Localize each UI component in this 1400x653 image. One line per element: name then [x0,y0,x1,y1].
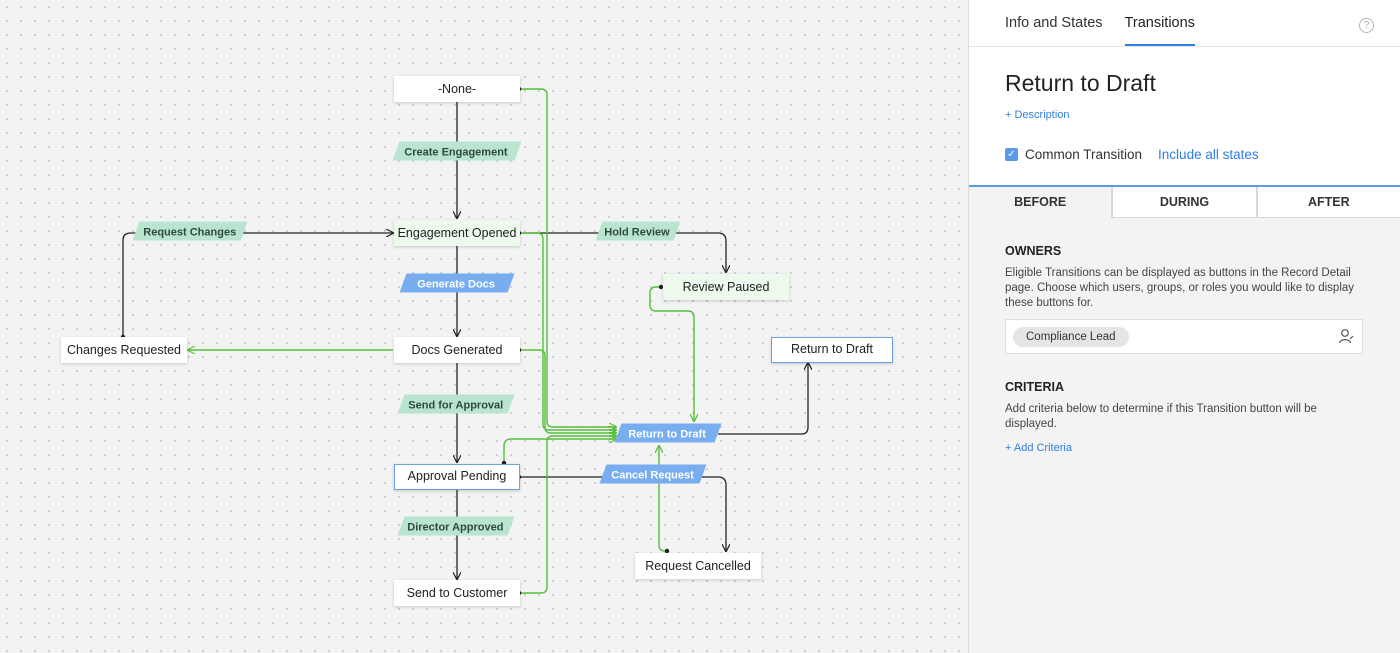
state-approval-pending[interactable]: Approval Pending [394,464,520,490]
transition-send-for-approval[interactable]: Send for Approval [397,394,515,414]
owners-field[interactable]: Compliance Lead [1005,319,1363,354]
transition-label: Send for Approval [407,399,503,412]
criteria-description: Add criteria below to determine if this … [1005,403,1317,430]
transition-label: Request Changes [142,226,236,239]
help-icon[interactable]: ? [1359,18,1374,33]
transition-label: Return to Draft [628,428,707,441]
add-criteria-link[interactable]: + Add Criteria [1005,442,1072,454]
panel-header: Info and States Transitions ? Return to … [969,0,1400,187]
transition-director-approved[interactable]: Director Approved [397,516,515,536]
state-return-to-draft[interactable]: Return to Draft [771,337,893,363]
edge-changes-to-engagement [122,233,393,337]
tab-info-and-states[interactable]: Info and States [1005,0,1103,46]
state-send-to-customer[interactable]: Send to Customer [394,580,520,606]
state-none[interactable]: -None- [394,76,520,102]
transition-title: Return to Draft [1005,70,1156,96]
common-transition-label: Common Transition [1025,147,1143,162]
transition-create-engagement[interactable]: Create Engagement [392,141,522,161]
panel-tabs: Info and States Transitions [1005,0,1195,46]
add-description-link[interactable]: + Description [1005,109,1070,121]
transition-properties-panel: Info and States Transitions ? Return to … [968,0,1400,653]
owners-heading: OWNERS [1005,244,1062,258]
tab-after[interactable]: AFTER [1256,187,1400,218]
tab-before[interactable]: BEFORE [969,187,1113,218]
state-engagement-opened[interactable]: Engagement Opened [394,220,520,246]
transition-label: Director Approved [407,521,504,534]
transition-request-changes[interactable]: Request Changes [132,221,248,241]
criteria-heading: CRITERIA [1005,380,1065,394]
transition-label: Cancel Request [611,469,694,482]
transition-return-to-draft[interactable]: Return to Draft [614,423,722,443]
tabs-divider [969,46,1400,47]
state-request-cancelled[interactable]: Request Cancelled [635,553,761,579]
transition-label: Hold Review [604,226,670,239]
tab-transitions[interactable]: Transitions [1124,0,1195,46]
common-transition-checkbox[interactable]: ✓ [1005,148,1018,161]
state-review-paused[interactable]: Review Paused [663,274,789,300]
owners-description: Eligible Transitions can be displayed as… [1005,267,1355,309]
state-changes-requested[interactable]: Changes Requested [61,337,187,363]
transition-generate-docs[interactable]: Generate Docs [399,273,515,293]
state-docs-generated[interactable]: Docs Generated [394,337,520,363]
transition-cancel-request[interactable]: Cancel Request [599,464,707,484]
transition-label: Create Engagement [404,146,508,159]
transition-label: Generate Docs [417,278,496,291]
tab-during[interactable]: DURING [1112,187,1257,218]
edge-return-to-draft-target [718,363,808,435]
include-all-states-link[interactable]: Include all states [1158,147,1259,162]
blueprint-canvas[interactable]: -None- Engagement Opened Docs Generated … [0,0,968,653]
edge-approval-to-cancelled [519,476,726,551]
user-icon[interactable] [1338,328,1354,344]
common-transition-row: ✓ Common Transition Include all states [1005,147,1259,162]
transition-hold-review[interactable]: Hold Review [595,221,681,241]
phase-tabs: BEFORE DURING AFTER [969,187,1400,218]
owner-chip[interactable]: Compliance Lead [1013,327,1129,347]
